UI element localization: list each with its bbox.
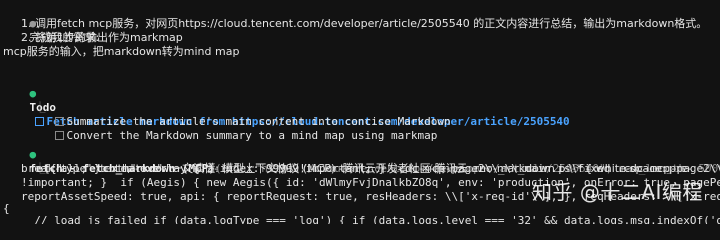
summary-step-1: 1. 调用fetch mcp服务，对网页https://cloud.tencen…: [21, 17, 708, 30]
summary-step-3: mcp服务的输入，把markdown转为mind map: [3, 45, 240, 58]
todo-item: Summarize the article's main content int…: [28, 101, 451, 128]
terminal-window: ● 完成我的需求: 1. 调用fetch mcp服务，对网页https://cl…: [0, 0, 720, 224]
summary-heading: ● 完成我的需求:: [3, 3, 100, 44]
fetch-output-line: break-all; } .tea-overlay { z-index: 999…: [21, 162, 720, 175]
todo-heading: ● Todo: [3, 73, 57, 114]
todo-item: ⎿ Fetch article markdown from https://cl…: [8, 87, 570, 128]
fetch-output-line: // load js failed if (data.logType === '…: [34, 214, 720, 224]
watermark-text: 知乎 @十二AI编程: [532, 180, 703, 204]
fetch-call-heading: ● fetch - fetch_markdown (MCP)(url: "htt…: [3, 134, 720, 175]
summary-step-2: 2. 将第1步的输出作为markmap: [21, 31, 183, 44]
fetch-output-line: ⎿[{"type":"text","text":"一文读懂: 模型上下文协议 (…: [8, 148, 692, 175]
todo-item: Convert the Markdown summary to a mind m…: [28, 115, 437, 142]
fetch-output-line: {: [3, 202, 10, 215]
